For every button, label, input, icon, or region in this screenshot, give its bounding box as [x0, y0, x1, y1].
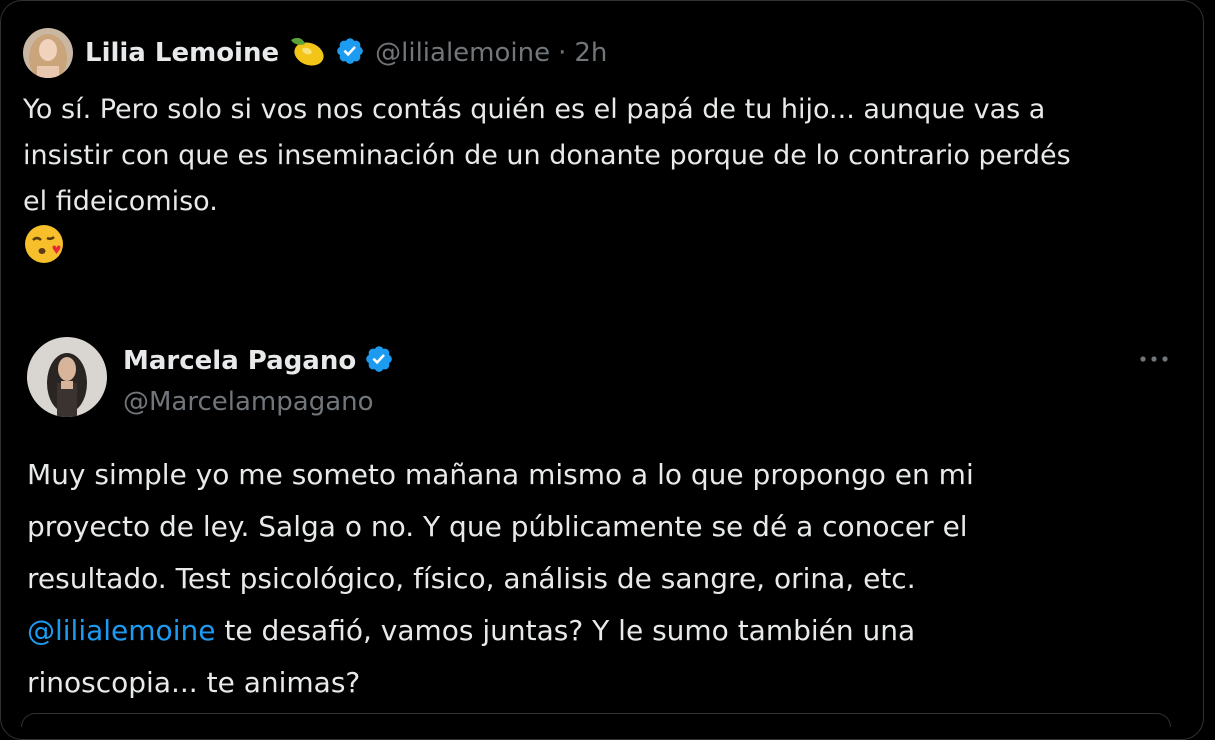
author-name[interactable]: Lilia Lemoine [85, 38, 279, 68]
mention-link[interactable]: @lilialemoine [27, 614, 215, 647]
tweet-text-line: resultado. Test psicológico, físico, aná… [27, 562, 916, 595]
author-name[interactable]: Marcela Pagano [123, 346, 356, 376]
avatar[interactable] [27, 337, 107, 417]
quoted-author-info: Marcela Pagano @Marcelampagano [123, 341, 394, 417]
verified-badge-icon [335, 36, 365, 70]
author-handle[interactable]: @Marcelampagano [123, 387, 394, 417]
quoted-tweet-text: Muy simple yo me someto mañana mismo a l… [27, 449, 1147, 709]
author-handle[interactable]: @lilialemoine [375, 38, 550, 68]
face-blowing-kiss-icon [23, 223, 65, 269]
reply-text-line: insistir con que es inseminación de un d… [23, 140, 1071, 171]
media-card-edge [21, 713, 1171, 727]
reply-text-line: Yo sí. Pero solo si vos nos contás quién… [23, 94, 1046, 125]
quoted-name-row: Marcela Pagano [123, 341, 394, 381]
avatar[interactable] [23, 28, 73, 78]
verified-badge-icon [364, 344, 394, 378]
timestamp[interactable]: 2h [574, 38, 607, 68]
tweet-card: Lilia Lemoine @lilialemoine · 2h Yo sí. … [0, 0, 1204, 740]
reply-text-line: el fideicomiso. [23, 186, 218, 217]
tweet-text-line: Muy simple yo me someto mañana mismo a l… [27, 458, 974, 491]
lemon-icon [287, 34, 327, 72]
more-dots-icon [1140, 356, 1168, 362]
separator-dot: · [558, 38, 567, 68]
more-options-button[interactable] [1131, 341, 1177, 377]
tweet-text-line: proyecto de ley. Salga o no. Y que públi… [27, 510, 968, 543]
reply-text: Yo sí. Pero solo si vos nos contás quién… [23, 87, 1173, 225]
tweet-text-line: te desafió, vamos juntas? Y le sumo tamb… [215, 614, 916, 647]
tweet-text-line: rinoscopia... te animas? [27, 666, 361, 699]
quoted-tweet-header: Marcela Pagano @Marcelampagano [27, 337, 394, 417]
reply-header: Lilia Lemoine @lilialemoine · 2h [23, 25, 607, 81]
